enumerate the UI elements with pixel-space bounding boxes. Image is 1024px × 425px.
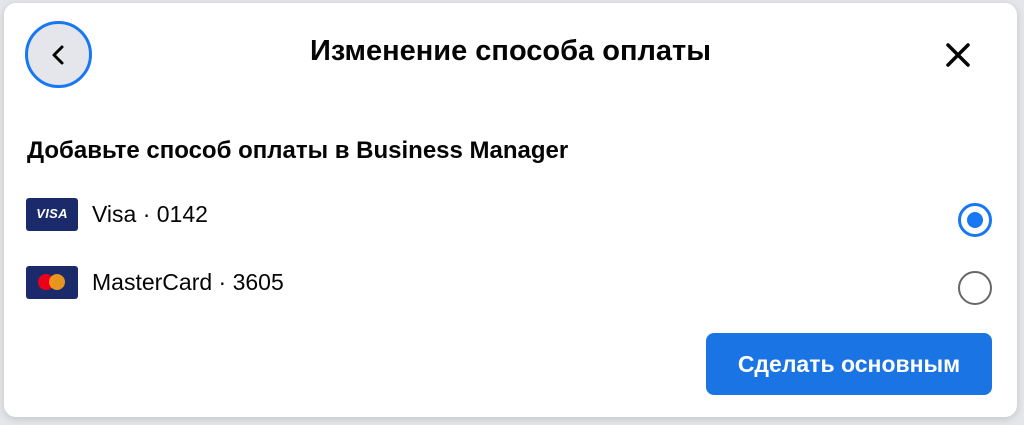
close-icon (945, 42, 971, 73)
radio-selected-dot (967, 212, 983, 228)
change-payment-method-dialog: Изменение способа оплаты Добавьте способ… (4, 3, 1017, 417)
payment-option-mastercard[interactable]: MasterCard · 3605 (26, 263, 992, 309)
section-heading: Добавьте способ оплаты в Business Manage… (27, 137, 569, 164)
visa-logo-text: VISA (36, 206, 68, 221)
radio-button-mastercard[interactable] (958, 271, 992, 305)
close-button[interactable] (940, 39, 976, 75)
mastercard-logo-icon (26, 266, 78, 299)
dialog-title: Изменение способа оплаты (310, 35, 711, 67)
payment-option-label: MasterCard · 3605 (92, 269, 284, 295)
visa-logo-icon: VISA (26, 198, 78, 231)
radio-button-visa[interactable] (958, 203, 992, 237)
payment-option-label: Visa · 0142 (92, 201, 208, 227)
mastercard-yellow-circle (49, 274, 65, 290)
payment-option-visa[interactable]: VISA Visa · 0142 (26, 195, 992, 241)
make-default-button[interactable]: Сделать основным (706, 333, 992, 395)
